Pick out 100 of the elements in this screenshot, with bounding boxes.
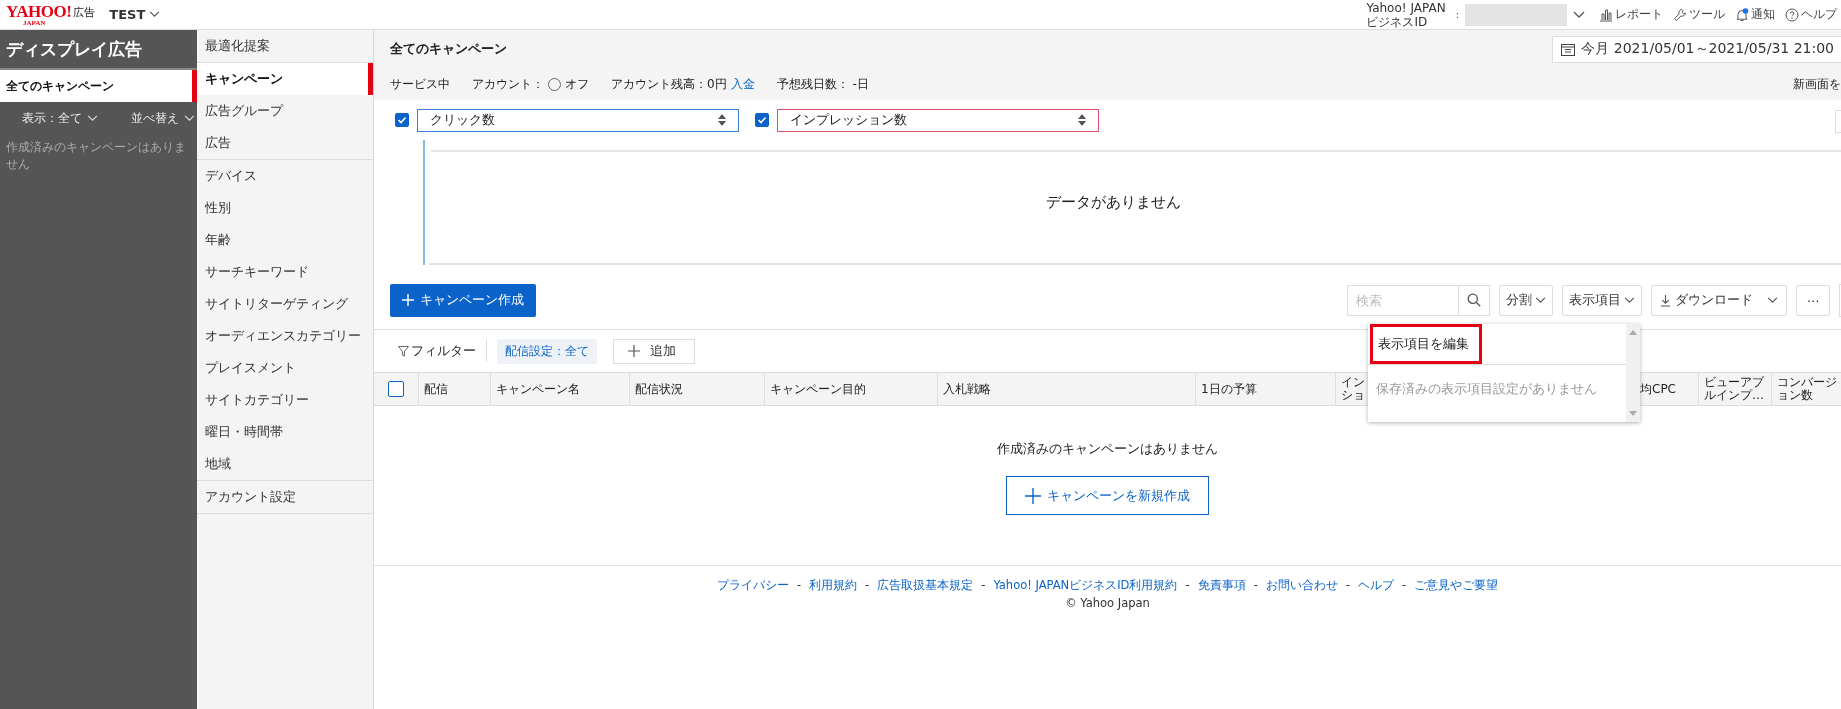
- chevron-down-icon: [1767, 296, 1778, 304]
- nav-item[interactable]: サーチキーワード: [197, 256, 373, 288]
- search-icon: [1467, 293, 1481, 307]
- footer-link[interactable]: 広告取扱基本規定: [877, 578, 974, 593]
- metric-select[interactable]: クリック数: [417, 108, 739, 132]
- account-switcher[interactable]: TEST: [109, 7, 161, 22]
- toolbar-button[interactable]: ダウンロード: [1651, 284, 1787, 316]
- add-filter-button[interactable]: 追加: [613, 338, 695, 364]
- separator-text: :: [1455, 9, 1459, 20]
- nav-item[interactable]: オーディエンスカテゴリー: [197, 320, 373, 352]
- nav-item[interactable]: デバイス: [197, 160, 373, 192]
- create-campaign-button[interactable]: キャンペーン作成: [390, 283, 536, 317]
- separator-text: -: [1185, 578, 1190, 593]
- account-label: アカウント：: [472, 75, 544, 93]
- nav-item[interactable]: 広告グループ: [197, 95, 373, 127]
- business-id-label: Yahoo! JAPAN ビジネスID: [1366, 0, 1446, 29]
- calendar-icon: [1561, 42, 1576, 56]
- nav-item[interactable]: アカウント設定: [197, 481, 373, 513]
- header-link[interactable]: レポート: [1599, 6, 1663, 23]
- metric-select[interactable]: インプレッション数: [777, 108, 1099, 132]
- chevron-down-icon: [184, 115, 195, 122]
- new-screen-text: 新画面を: [1793, 75, 1841, 93]
- campaign-filter-item[interactable]: 全てのキャンペーン: [0, 70, 197, 102]
- separator-text: -: [981, 578, 986, 593]
- page-title: 全てのキャンペーン: [390, 40, 507, 58]
- separator-text: -: [865, 578, 870, 593]
- toolbar-button[interactable]: 分割: [1499, 284, 1553, 316]
- separator-text: -: [1401, 578, 1407, 593]
- chevron-down-icon: [87, 115, 98, 122]
- footer-link[interactable]: Yahoo! JAPANビジネスID利用規約: [993, 578, 1178, 593]
- footer-link[interactable]: 利用規約: [809, 578, 858, 593]
- column-header[interactable]: キャンペーン名: [496, 382, 580, 396]
- separator-text: -: [1345, 578, 1350, 593]
- chevron-down-icon: [149, 11, 161, 18]
- deposit-link[interactable]: 入金: [730, 75, 755, 93]
- empty-message: 作成済みのキャンペーンはありません: [997, 440, 1218, 458]
- wrench-icon: [1673, 7, 1687, 22]
- select-all-checkbox[interactable]: [388, 381, 404, 397]
- check-icon: [757, 115, 767, 125]
- nav-item[interactable]: 地域: [197, 448, 373, 480]
- product-name: 広告: [73, 4, 96, 20]
- date-range-button[interactable]: 今月 2021/05/01～2021/05/31 21:00: [1552, 35, 1841, 63]
- column-header[interactable]: 配信: [424, 382, 448, 396]
- nav-item[interactable]: サイトリターゲティング: [197, 288, 373, 320]
- column-header[interactable]: ビューアブルインプ…: [1704, 376, 1771, 402]
- nav-item[interactable]: 年齢: [197, 224, 373, 256]
- search-button[interactable]: [1458, 284, 1490, 316]
- column-header[interactable]: 配信状況: [635, 382, 683, 396]
- sidebar-dropdown[interactable]: 並べ替え: [131, 110, 195, 127]
- account-balance: アカウント残高：0円: [611, 75, 727, 93]
- sort-arrows-icon: [1078, 114, 1086, 126]
- header-link[interactable]: ツール: [1673, 6, 1725, 23]
- checkbox[interactable]: [395, 113, 409, 127]
- nav-item[interactable]: 曜日・時間帯: [197, 416, 373, 448]
- column-header[interactable]: キャンペーン目的: [770, 382, 866, 396]
- nav-item[interactable]: サイトカテゴリー: [197, 384, 373, 416]
- footer-link[interactable]: お問い合わせ: [1265, 578, 1338, 593]
- help-icon: [1785, 7, 1799, 22]
- service-status: サービス中: [390, 75, 450, 93]
- header-link[interactable]: 通知: [1735, 6, 1775, 23]
- toolbar-button[interactable]: 表示項目: [1562, 284, 1642, 316]
- plus-icon: [628, 345, 640, 357]
- empty-message: 作成済みのキャンペーンはありません: [5, 139, 187, 173]
- footer-link[interactable]: ご意見やご要望: [1414, 578, 1499, 593]
- checkbox[interactable]: [755, 113, 769, 127]
- nav-item[interactable]: 最適化提案: [197, 30, 373, 62]
- footer-link[interactable]: プライバシー: [716, 578, 789, 593]
- download-icon: [1660, 293, 1671, 307]
- chevron-down-icon: [1624, 296, 1635, 304]
- filter-chip[interactable]: 配信設定：全て: [497, 338, 597, 364]
- nav-item[interactable]: プレイスメント: [197, 352, 373, 384]
- check-icon: [397, 115, 407, 125]
- column-header[interactable]: 入札戦略: [943, 382, 991, 396]
- days-left: 予想残日数： -日: [776, 75, 869, 93]
- column-header[interactable]: 1日の予算: [1201, 382, 1257, 396]
- plus-icon: [402, 294, 414, 306]
- nav-item[interactable]: キャンペーン: [197, 63, 373, 95]
- column-header[interactable]: コンバージョン数: [1777, 376, 1841, 402]
- new-campaign-button[interactable]: キャンペーンを新規作成: [1006, 476, 1209, 515]
- footer-link[interactable]: ヘルプ: [1357, 578, 1394, 593]
- logo-wordmark: YAHOO!: [6, 2, 72, 20]
- account-radio[interactable]: オフ: [548, 75, 589, 93]
- column-header[interactable]: インショ: [1341, 376, 1365, 402]
- nav-item[interactable]: 広告: [197, 127, 373, 159]
- sidebar-dropdown[interactable]: 表示：全て: [22, 110, 98, 127]
- toolbar-button[interactable]: ⋯: [1796, 284, 1830, 316]
- column-header[interactable]: 均CPC: [1640, 382, 1676, 396]
- nav-item[interactable]: 性別: [197, 192, 373, 224]
- no-data-message: データがありません: [1045, 193, 1181, 212]
- chevron-down-icon: [1535, 296, 1546, 304]
- footer-link[interactable]: 免責事項: [1197, 578, 1246, 593]
- sort-arrows-icon: [718, 114, 726, 126]
- header-link[interactable]: ヘルプ: [1785, 6, 1837, 23]
- filter-button[interactable]: フィルター: [398, 340, 487, 362]
- funnel-icon: [398, 345, 409, 357]
- search-field[interactable]: 検索: [1347, 284, 1458, 316]
- bell-icon: [1735, 7, 1749, 22]
- bar-chart-icon: [1599, 7, 1613, 22]
- chevron-down-icon[interactable]: [1573, 10, 1585, 19]
- menu-item[interactable]: 表示項目を編集: [1370, 324, 1482, 364]
